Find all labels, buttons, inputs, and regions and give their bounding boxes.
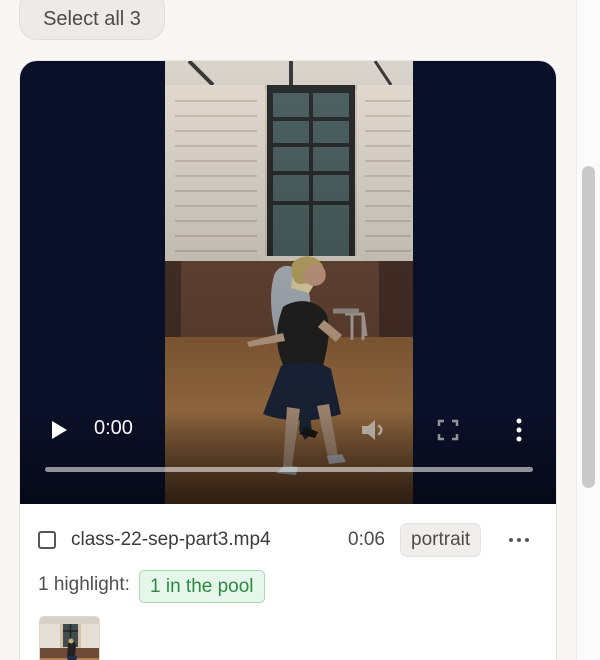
- current-time: 0:00: [94, 417, 133, 439]
- highlight-row: 1 highlight: 1 in the pool: [38, 570, 338, 604]
- video-menu-button[interactable]: [514, 417, 524, 443]
- vertical-scrollbar[interactable]: [582, 166, 595, 488]
- orientation-badge: portrait: [400, 523, 482, 557]
- video-player[interactable]: 0:00: [20, 61, 556, 504]
- more-horizontal-icon: [509, 538, 529, 542]
- video-progress-bar[interactable]: [45, 467, 533, 472]
- select-file-checkbox[interactable]: [38, 531, 56, 549]
- highlight-thumbnail-image: [40, 617, 99, 660]
- select-all-button[interactable]: Select all 3: [19, 0, 165, 40]
- video-clip-card: 0:00 class-22-sep-part3.mp4 0:06 portrai…: [19, 60, 557, 660]
- highlight-count-label: 1 highlight:: [38, 574, 130, 595]
- highlight-tag[interactable]: 1 in the pool: [139, 570, 265, 603]
- volume-icon: [362, 420, 383, 440]
- fullscreen-icon: [437, 419, 459, 441]
- fullscreen-button[interactable]: [437, 419, 459, 441]
- file-more-button[interactable]: [506, 526, 532, 554]
- play-button[interactable]: [47, 418, 71, 442]
- file-name: class-22-sep-part3.mp4: [71, 529, 271, 550]
- play-icon: [52, 421, 67, 439]
- clip-selection-page: Select all 3 0:00 class-22-sep-part3.mp4…: [0, 0, 600, 660]
- file-info-row: class-22-sep-part3.mp4 0:06 portrait: [38, 523, 538, 559]
- volume-button[interactable]: [360, 418, 388, 442]
- file-duration: 0:06: [348, 529, 385, 550]
- highlight-thumbnail[interactable]: [39, 616, 100, 660]
- more-vertical-icon: [516, 418, 522, 442]
